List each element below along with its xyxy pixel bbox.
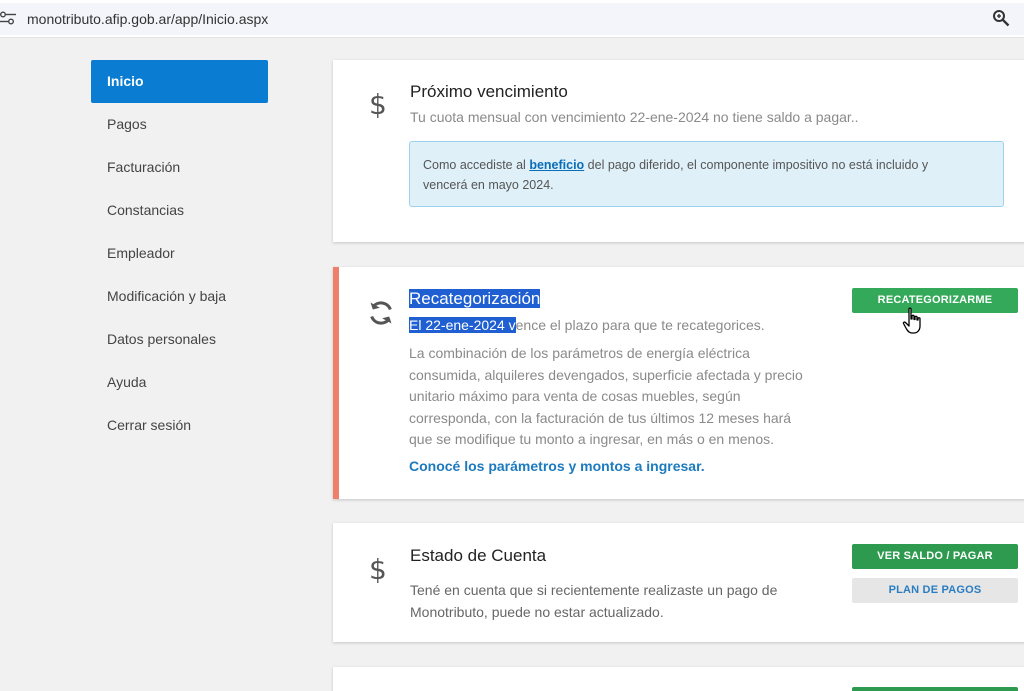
- info-box: Como accediste al beneficio del pago dif…: [409, 141, 1004, 207]
- card-body: Tené en cuenta que si recientemente real…: [410, 580, 777, 623]
- sidebar-item-modificacion-baja[interactable]: Modificación y baja: [91, 275, 268, 318]
- sidebar-item-ayuda[interactable]: Ayuda: [91, 361, 268, 404]
- info-text: vencerá en mayo 2024.: [423, 178, 554, 192]
- browser-address-bar: monotributo.afip.gob.ar/app/Inicio.aspx: [0, 0, 1024, 38]
- card-subtitle: Tu cuota mensual con vencimiento 22-ene-…: [410, 109, 859, 125]
- body-line: Monotributo, puede no estar actualizado.: [410, 603, 664, 620]
- body-line: La combinación de los parámetros de ener…: [409, 345, 750, 361]
- conoce-parametros-link[interactable]: Conocé los parámetros y montos a ingresa…: [409, 458, 705, 474]
- info-text: Como accediste al: [423, 158, 530, 172]
- body-line: Tené en cuenta que si recientemente real…: [410, 582, 778, 598]
- card-title: Próximo vencimiento: [410, 82, 568, 101]
- magnifier-icon[interactable]: [992, 9, 1010, 27]
- next-card: [333, 667, 1024, 691]
- selected-text: El 22-ene-2024 v: [409, 317, 516, 333]
- card-title: Recategorización: [409, 289, 541, 309]
- info-text: del pago diferido, el componente imposit…: [584, 158, 929, 172]
- sidebar-item-facturacion[interactable]: Facturación: [91, 146, 268, 189]
- dollar-icon: $: [369, 553, 387, 586]
- sidebar-item-empleador[interactable]: Empleador: [91, 232, 268, 275]
- sidebar-item-cerrar-sesion[interactable]: Cerrar sesión: [91, 404, 268, 447]
- sidebar-item-pagos[interactable]: Pagos: [91, 103, 268, 146]
- recategorizarme-button[interactable]: RECATEGORIZARME: [852, 288, 1018, 313]
- card-body: La combinación de los parámetros de ener…: [409, 343, 803, 451]
- url-text[interactable]: monotributo.afip.gob.ar/app/Inicio.aspx: [27, 11, 268, 27]
- hand-cursor-icon: [902, 307, 921, 334]
- body-line: que se modifique tu monto a ingresar, en…: [409, 431, 774, 447]
- tune-icon[interactable]: [0, 10, 16, 26]
- next-card-button[interactable]: [852, 687, 1018, 691]
- sidebar-item-datos-personales[interactable]: Datos personales: [91, 318, 268, 361]
- recategorizacion-card: Recategorización El 22-ene-2024 vence el…: [333, 267, 1024, 499]
- subtitle-text: ence el plazo para que te recategorices.: [515, 317, 765, 333]
- dollar-icon: $: [369, 88, 387, 121]
- card-subtitle: El 22-ene-2024 vence el plazo para que t…: [409, 315, 765, 337]
- proximo-vencimiento-card: $ Próximo vencimiento Tu cuota mensual c…: [333, 60, 1024, 242]
- sidebar-nav: Inicio Pagos Facturación Constancias Emp…: [91, 60, 268, 447]
- sidebar-item-inicio[interactable]: Inicio: [91, 60, 268, 103]
- card-title: Estado de Cuenta: [410, 546, 547, 565]
- body-line: consumida, alquileres devengados, superf…: [409, 366, 803, 383]
- body-line: unitario máximo para venta de cosas mueb…: [409, 388, 741, 404]
- refresh-icon: [370, 301, 392, 325]
- body-line: corresponda, con la facturación de tus ú…: [409, 409, 792, 426]
- ver-saldo-pagar-button[interactable]: VER SALDO / PAGAR: [852, 544, 1018, 569]
- sidebar-item-constancias[interactable]: Constancias: [91, 189, 268, 232]
- estado-cuenta-card: $ Estado de Cuenta Tené en cuenta que si…: [333, 523, 1024, 642]
- selected-text: Recategorización: [409, 289, 541, 308]
- beneficio-link[interactable]: beneficio: [529, 158, 584, 172]
- plan-de-pagos-button[interactable]: PLAN DE PAGOS: [852, 578, 1018, 603]
